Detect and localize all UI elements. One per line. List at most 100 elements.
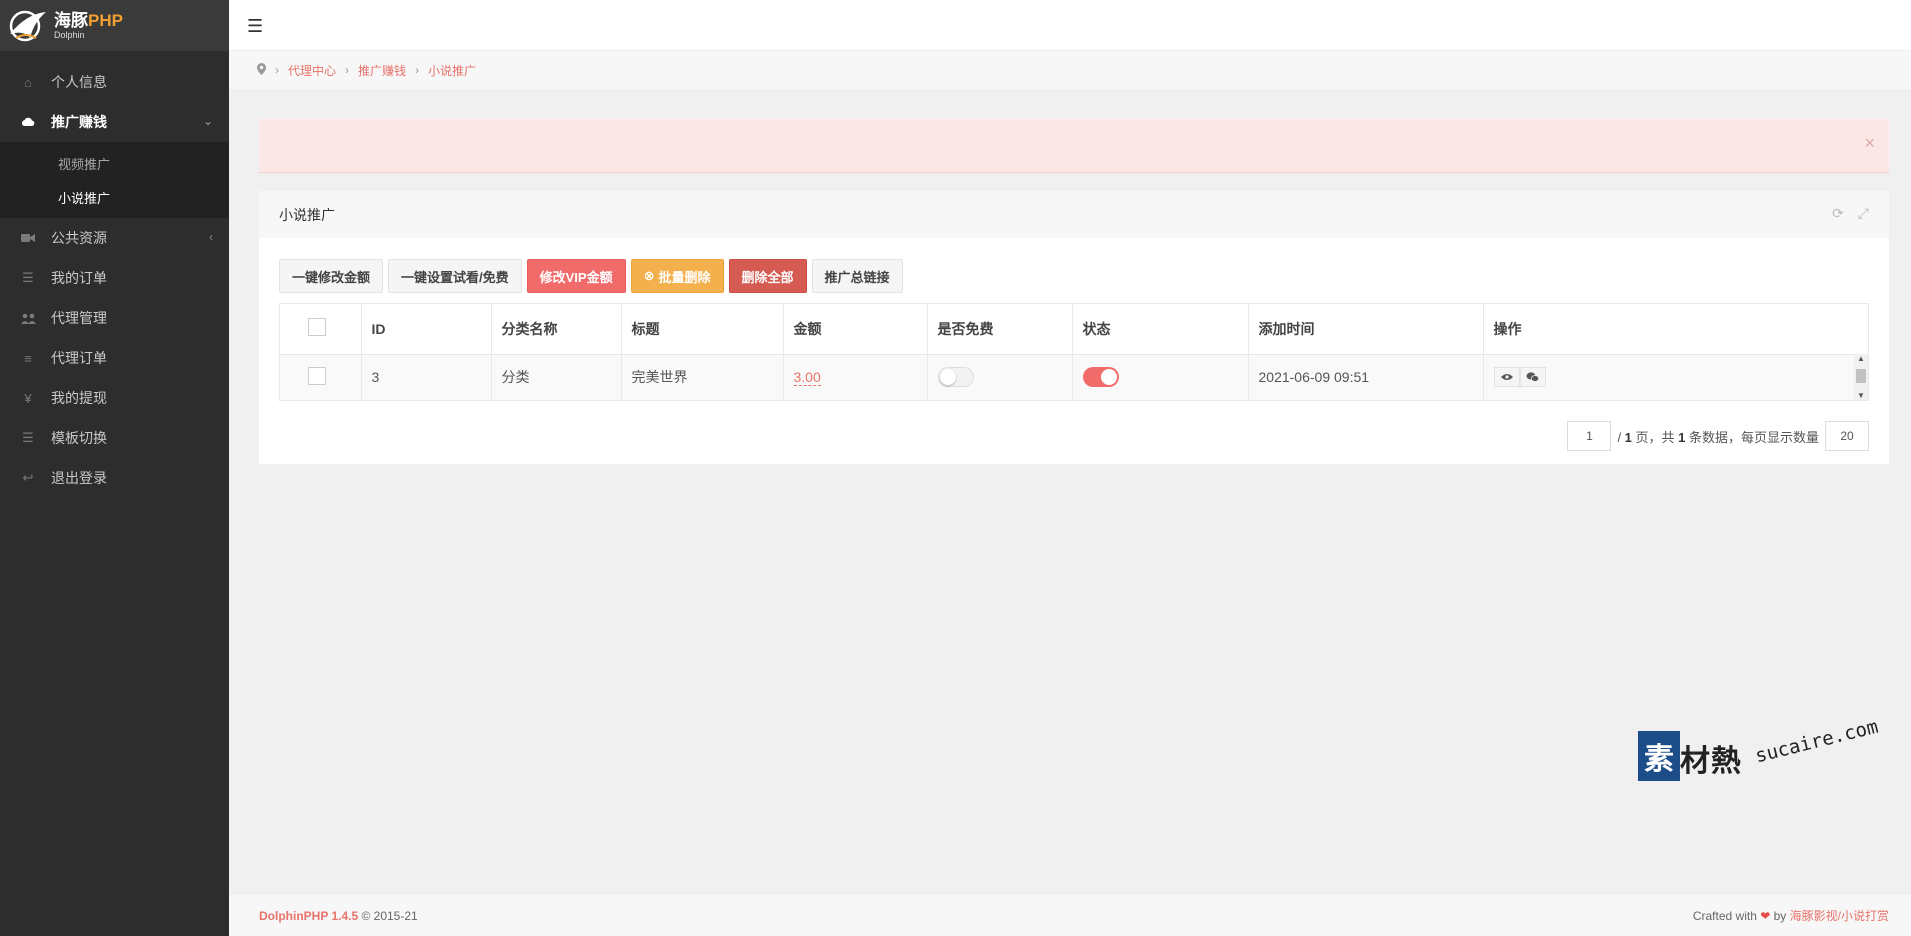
- wechat-icon[interactable]: [1519, 367, 1546, 388]
- panel-title: 小说推广: [279, 206, 335, 223]
- panel-tools: ⟳ ⤢: [1832, 205, 1869, 222]
- breadcrumb-separator: ›: [345, 63, 350, 77]
- sidebar-item-label: 公共资源: [51, 230, 107, 246]
- footer-right: Crafted with ❤ by 海豚影视/小说打赏: [1692, 909, 1889, 923]
- sidebar-item-label: 退出登录: [51, 470, 107, 486]
- breadcrumb-separator: ›: [415, 63, 420, 77]
- submenu-promotion: 视频推广 小说推广: [0, 142, 229, 218]
- per-page-input[interactable]: 20: [1825, 421, 1869, 451]
- footer: DolphinPHP 1.4.5 © 2015-21 Crafted with …: [229, 895, 1911, 936]
- sidebar-item-profile[interactable]: ⌂ 个人信息: [0, 62, 229, 102]
- column-header-free: 是否免费: [927, 304, 1073, 355]
- sidebar-item-my-withdrawals[interactable]: ¥ 我的提现: [0, 378, 229, 418]
- edit-vip-amount-button[interactable]: 修改VIP金额: [526, 259, 626, 293]
- fullscreen-icon[interactable]: ⤢: [1858, 205, 1869, 222]
- content-panel: 小说推广 ⟳ ⤢ 一键修改金额 一键设置试看/免费 修改VIP金额 ⊗ 批量删除…: [259, 191, 1889, 464]
- sidebar-item-agent-management[interactable]: 代理管理: [0, 298, 229, 338]
- row-checkbox[interactable]: [308, 366, 326, 385]
- list-icon: ☰: [22, 430, 34, 445]
- data-table: ID 分类名称 标题 金额 是否免费 状态 添加时间 操作 3 分类 完美世界 …: [279, 303, 1869, 401]
- watermark-en: sucaire.com: [1753, 715, 1881, 768]
- breadcrumb-agent-center[interactable]: 代理中心: [288, 62, 336, 79]
- sidebar-item-promotion[interactable]: 推广赚钱 ⌄: [0, 102, 229, 142]
- sidebar-item-public-resources[interactable]: 公共资源 ‹: [0, 218, 229, 258]
- footer-credit-link[interactable]: 海豚影视/小说打赏: [1790, 909, 1889, 923]
- dolphin-logo-icon: [6, 8, 48, 44]
- column-header-amount: 金额: [783, 304, 928, 355]
- scroll-down-arrow-icon[interactable]: ▼: [1857, 391, 1865, 400]
- select-all-checkbox[interactable]: [308, 318, 326, 337]
- column-header-added-time: 添加时间: [1248, 304, 1484, 355]
- set-trial-free-button[interactable]: 一键设置试看/免费: [388, 259, 522, 293]
- home-icon: ⌂: [24, 74, 32, 90]
- breadcrumb-novel-promotion[interactable]: 小说推广: [428, 62, 476, 79]
- sidebar-item-label: 个人信息: [51, 74, 107, 90]
- delete-all-button[interactable]: 删除全部: [728, 259, 807, 293]
- free-toggle[interactable]: [937, 367, 974, 388]
- page-number-input[interactable]: 1: [1567, 421, 1612, 451]
- column-header-actions: 操作: [1483, 304, 1868, 355]
- sidebar-nav: ⌂ 个人信息 推广赚钱 ⌄ 视频推广 小说推广 公共资源 ‹ ☰ 我的订单 代理…: [0, 51, 229, 498]
- sidebar-item-label: 我的提现: [51, 390, 107, 406]
- sidebar-item-novel-promotion[interactable]: 小说推广: [0, 180, 229, 214]
- sidebar-item-video-promotion[interactable]: 视频推广: [0, 146, 229, 180]
- sidebar-item-template-switch[interactable]: ☰ 模板切换: [0, 418, 229, 458]
- cell-title: 完美世界: [621, 354, 784, 400]
- action-toolbar: 一键修改金额 一键设置试看/免费 修改VIP金额 ⊗ 批量删除 删除全部 推广总…: [279, 259, 903, 293]
- heart-icon: ❤: [1760, 909, 1771, 923]
- reply-icon: ↩: [22, 470, 34, 485]
- sidebar-item-logout[interactable]: ↩ 退出登录: [0, 458, 229, 498]
- refresh-icon[interactable]: ⟳: [1832, 205, 1844, 222]
- logo-text: 海豚PHP Dolphin: [54, 10, 123, 40]
- table-row: 3 分类 完美世界 3.00 2021-06-09 09:51: [280, 354, 1868, 400]
- pagination-info: / 1 页，共 1 条数据，每页显示数量: [1617, 429, 1819, 445]
- cell-category: 分类: [491, 354, 622, 400]
- close-icon[interactable]: ×: [1864, 133, 1875, 154]
- view-eye-icon[interactable]: [1493, 367, 1520, 388]
- edit-amount-button[interactable]: 一键修改金额: [279, 259, 384, 293]
- column-header-title: 标题: [621, 304, 784, 355]
- column-header-status: 状态: [1072, 304, 1249, 355]
- video-camera-icon: [20, 230, 36, 246]
- chevron-left-icon: ‹: [209, 230, 213, 244]
- footer-left: DolphinPHP 1.4.5 © 2015-21: [259, 909, 418, 923]
- pagination: 1 / 1 页，共 1 条数据，每页显示数量 20: [1567, 421, 1869, 451]
- sidebar-item-label: 代理订单: [51, 350, 107, 366]
- editable-amount[interactable]: 3.00: [793, 369, 821, 387]
- top-header: ☰: [229, 0, 1911, 51]
- logo[interactable]: 海豚PHP Dolphin: [0, 0, 229, 51]
- promo-link-button[interactable]: 推广总链接: [811, 259, 903, 293]
- status-toggle[interactable]: [1082, 367, 1119, 388]
- sidebar-item-my-orders[interactable]: ☰ 我的订单: [0, 258, 229, 298]
- batch-delete-button[interactable]: ⊗ 批量删除: [630, 259, 724, 293]
- watermark-logo: 素 材熱 sucaire.com: [1638, 716, 1888, 788]
- sidebar-item-label: 代理管理: [51, 310, 107, 326]
- breadcrumb: › 代理中心 › 推广赚钱 › 小说推广: [229, 51, 1911, 89]
- watermark-cn: 材熱: [1680, 745, 1742, 778]
- column-header-category: 分类名称: [491, 304, 622, 355]
- chevron-down-icon: ⌄: [202, 114, 213, 128]
- footer-brand-link[interactable]: DolphinPHP 1.4.5: [259, 909, 358, 923]
- alert-banner: ×: [259, 119, 1889, 173]
- yen-icon: ¥: [24, 390, 32, 406]
- cell-id: 3: [361, 354, 492, 400]
- hamburger-menu-icon[interactable]: ☰: [247, 16, 263, 37]
- cloud-icon: [20, 114, 36, 130]
- breadcrumb-separator: ›: [275, 63, 279, 77]
- table-header-row: ID 分类名称 标题 金额 是否免费 状态 添加时间 操作: [280, 304, 1868, 355]
- cell-added-time: 2021-06-09 09:51: [1248, 354, 1484, 400]
- breadcrumb-promotion[interactable]: 推广赚钱: [358, 62, 406, 79]
- sidebar-item-label: 我的订单: [51, 270, 107, 286]
- scroll-up-arrow-icon[interactable]: ▲: [1857, 354, 1865, 363]
- column-header-id[interactable]: ID: [361, 304, 492, 355]
- panel-header: 小说推广 ⟳ ⤢: [259, 191, 1889, 238]
- map-marker-icon: [257, 62, 266, 78]
- circle-x-icon: ⊗: [643, 268, 655, 283]
- sidebar-item-agent-orders[interactable]: ≡ 代理订单: [0, 338, 229, 378]
- sidebar: 海豚PHP Dolphin ⌂ 个人信息 推广赚钱 ⌄ 视频推广 小说推广 公共…: [0, 0, 229, 936]
- sidebar-item-label: 模板切换: [51, 430, 107, 446]
- scrollbar-thumb[interactable]: [1856, 369, 1866, 383]
- list-icon: ☰: [22, 270, 34, 285]
- table-scrollbar[interactable]: ▲ ▼: [1854, 354, 1868, 400]
- sidebar-item-label: 推广赚钱: [51, 114, 107, 130]
